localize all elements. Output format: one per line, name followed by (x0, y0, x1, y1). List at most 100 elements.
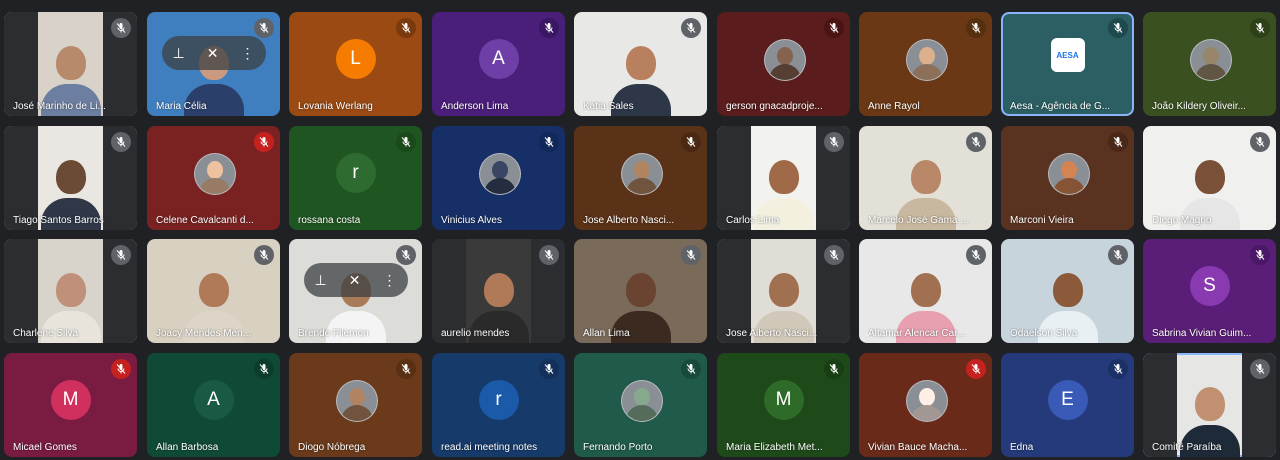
pin-icon[interactable]: ⊥ (315, 272, 327, 289)
participant-profile-photo (620, 153, 663, 195)
mic-muted-icon (1108, 18, 1128, 38)
participant-name: Anne Rayol (868, 101, 920, 112)
participant-tile[interactable]: ⊥ ✕ ⋮ Maria Célia (147, 12, 280, 116)
participant-name: Jose Alberto Nasci... (583, 215, 675, 226)
participant-tile[interactable]: João Kildery Oliveir... (1143, 12, 1276, 116)
participant-tile[interactable]: Marconi Vieira (1001, 126, 1134, 230)
participant-profile-photo (1047, 153, 1090, 195)
mic-muted-icon (966, 18, 986, 38)
participant-tile[interactable]: L Lovania Werlang (289, 12, 422, 116)
pin-icon[interactable]: ⊥ (173, 45, 185, 62)
participant-avatar: L (335, 39, 376, 79)
participant-avatar: A (193, 380, 234, 420)
participant-avatar: S (1189, 266, 1230, 306)
participant-profile-photo (905, 39, 948, 81)
participant-name: Maria Elizabeth Met... (726, 442, 823, 453)
participant-tile[interactable]: M Micael Gomes (4, 353, 137, 457)
mic-muted-icon (681, 359, 701, 379)
participant-tile[interactable]: ⊥ ✕ ⋮ Brendo Filemon (289, 239, 422, 343)
participant-tile[interactable]: r rossana costa (289, 126, 422, 230)
participant-tile[interactable]: Kátia Sales (574, 12, 707, 116)
participant-tile[interactable]: E Edna (1001, 353, 1134, 457)
participant-tile[interactable]: Carlos Lima (717, 126, 850, 230)
participant-tile[interactable]: gerson gnacadproje... (717, 12, 850, 116)
participant-tile[interactable]: Diogo Nóbrega (289, 353, 422, 457)
participant-name: Kátia Sales (583, 101, 634, 112)
mic-muted-icon (681, 245, 701, 265)
participant-tile[interactable]: A Anderson Lima (432, 12, 565, 116)
participant-tile[interactable]: Joacy Mendes Men... (147, 239, 280, 343)
mic-muted-icon (1250, 132, 1270, 152)
participant-name: Vinicius Alves (441, 215, 502, 226)
participant-tile[interactable]: S Sabrina Vivian Guim... (1143, 239, 1276, 343)
participant-name: Fernando Porto (583, 442, 653, 453)
mic-muted-icon (539, 132, 559, 152)
participant-avatar: r (478, 380, 519, 420)
participant-name: Brendo Filemon (298, 328, 369, 339)
participant-tile[interactable]: Jose Alberto Nasci... (574, 126, 707, 230)
participant-tile[interactable]: Allan Lima (574, 239, 707, 343)
participant-profile-photo (478, 153, 521, 195)
participant-name: gerson gnacadproje... (726, 101, 823, 112)
organization-logo: AESA (1050, 38, 1085, 72)
mic-muted-icon (1108, 132, 1128, 152)
participant-profile-photo (335, 380, 378, 422)
participant-avatar: E (1047, 380, 1088, 420)
mic-muted-icon (1108, 245, 1128, 265)
participant-tile[interactable]: Tiago Santos Barros (4, 126, 137, 230)
mic-muted-icon (396, 245, 416, 265)
participant-tile[interactable]: José Marinho de Li... (4, 12, 137, 116)
mic-muted-icon (1250, 245, 1270, 265)
participant-name: Allan Barbosa (156, 442, 219, 453)
participant-name: Celene Cavalcanti d... (156, 215, 254, 226)
mic-muted-icon (111, 132, 131, 152)
tile-hover-controls[interactable]: ⊥ ✕ ⋮ (303, 263, 408, 297)
participant-name: Sabrina Vivian Guim... (1152, 328, 1252, 339)
participant-name: José Marinho de Li... (13, 101, 106, 112)
mic-muted-icon (111, 245, 131, 265)
tile-hover-controls[interactable]: ⊥ ✕ ⋮ (161, 36, 266, 70)
participant-grid: José Marinho de Li... ⊥ ✕ ⋮ Maria Célia L Lova… (0, 0, 1280, 460)
participant-tile[interactable]: r read.ai meeting notes (432, 353, 565, 457)
mic-muted-icon (824, 18, 844, 38)
participant-tile[interactable]: Celene Cavalcanti d... (147, 126, 280, 230)
participant-name: Odaelson Silva (1010, 328, 1078, 339)
participant-tile[interactable]: M Maria Elizabeth Met... (717, 353, 850, 457)
participant-tile[interactable]: aurelio mendes (432, 239, 565, 343)
participant-tile[interactable]: Marcelo José Gama ... (859, 126, 992, 230)
mic-off-icon[interactable]: ✕ (207, 45, 219, 62)
mic-muted-icon (824, 132, 844, 152)
mic-off-icon[interactable]: ✕ (349, 272, 361, 289)
participant-tile[interactable]: Charlene Silva (4, 239, 137, 343)
participant-tile[interactable]: Anne Rayol (859, 12, 992, 116)
mic-muted-icon (966, 359, 986, 379)
participant-name: Aesa - Agência de G... (1010, 101, 1111, 112)
mic-muted-icon (539, 359, 559, 379)
participant-tile[interactable]: AESA Aesa - Agência de G... (1001, 12, 1134, 116)
mic-muted-icon (824, 359, 844, 379)
more-options-icon[interactable]: ⋮ (240, 45, 254, 62)
participant-profile-photo (193, 153, 236, 195)
participant-tile[interactable]: Altamar Alencar Car... (859, 239, 992, 343)
participant-tile[interactable]: A Allan Barbosa (147, 353, 280, 457)
participant-name: Vivian Bauce Macha... (868, 442, 968, 453)
participant-tile[interactable]: Comitê Paraíba (1143, 353, 1276, 457)
participant-tile[interactable]: Fernando Porto (574, 353, 707, 457)
participant-avatar: M (50, 380, 91, 420)
participant-profile-photo (763, 39, 806, 81)
participant-name: rossana costa (298, 215, 361, 226)
mic-muted-icon (966, 132, 986, 152)
participant-tile[interactable]: Odaelson Silva (1001, 239, 1134, 343)
participant-name: Marconi Vieira (1010, 215, 1074, 226)
participant-tile[interactable]: Vinicius Alves (432, 126, 565, 230)
participant-name: Anderson Lima (441, 101, 509, 112)
participant-profile-photo (620, 380, 663, 422)
mic-muted-icon (254, 245, 274, 265)
participant-name: Micael Gomes (13, 442, 77, 453)
participant-tile[interactable]: Diego Magno (1143, 126, 1276, 230)
mic-muted-icon (824, 245, 844, 265)
participant-tile[interactable]: Jose Alberto Nasci... (717, 239, 850, 343)
participant-tile[interactable]: Vivian Bauce Macha... (859, 353, 992, 457)
more-options-icon[interactable]: ⋮ (382, 272, 396, 289)
participant-name: Joacy Mendes Men... (156, 328, 252, 339)
